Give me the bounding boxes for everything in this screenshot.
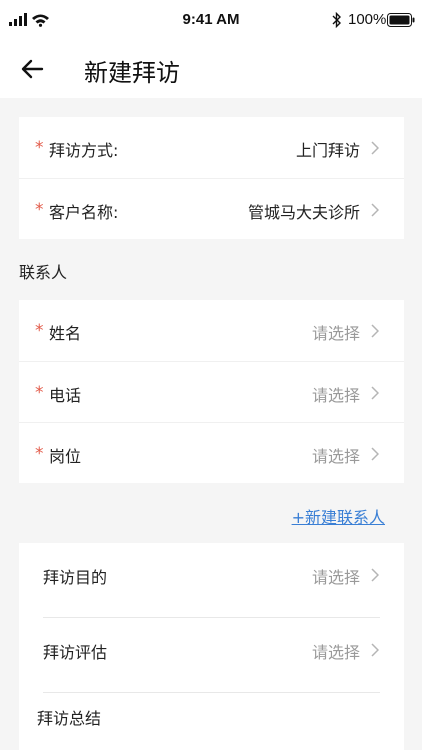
visit-purpose-label: 拜访目的 (43, 568, 108, 587)
required-asterisk: * (35, 200, 44, 220)
visit-method-label: 拜访方式: (49, 141, 119, 160)
battery-percent: 100% (348, 11, 387, 28)
visit-summary-label: 拜访总结 (37, 709, 102, 728)
chevron-right-icon (371, 324, 379, 338)
chevron-right-icon (371, 386, 379, 400)
contacts-card: * 姓名 请选择 * 电话 请选择 * 岗位 请选择 (19, 300, 404, 483)
divider (43, 692, 380, 693)
visit-purpose-row[interactable]: 拜访目的 请选择 (19, 543, 404, 617)
contact-name-label: 姓名 (49, 324, 82, 343)
add-contact-link[interactable]: +新建联系人 (292, 504, 385, 528)
chevron-right-icon (371, 447, 379, 461)
chevron-right-icon (371, 568, 379, 582)
required-asterisk: * (35, 321, 44, 341)
chevron-right-icon (371, 203, 379, 217)
contacts-section-label: 联系人 (19, 263, 68, 282)
contact-phone-row[interactable]: * 电话 请选择 (19, 361, 404, 422)
customer-name-label: 客户名称: (49, 203, 119, 222)
required-asterisk: * (35, 138, 44, 158)
contact-name-row[interactable]: * 姓名 请选择 (19, 300, 404, 361)
nav-bar: 新建拜访 (0, 40, 422, 98)
visit-evaluation-label: 拜访评估 (43, 643, 108, 662)
visit-evaluation-row[interactable]: 拜访评估 请选择 (19, 618, 404, 692)
page-title: 新建拜访 (84, 59, 180, 87)
contact-position-label: 岗位 (49, 447, 82, 466)
contact-name-value: 请选择 (311, 324, 360, 343)
visit-purpose-value: 请选择 (311, 568, 360, 587)
visit-method-value: 上门拜访 (295, 141, 360, 160)
customer-name-row[interactable]: * 客户名称: 管城马大夫诊所 (19, 178, 404, 239)
battery-icon (387, 13, 415, 27)
customer-name-value: 管城马大夫诊所 (247, 203, 360, 222)
contact-phone-value: 请选择 (311, 386, 360, 405)
visit-details-card: 拜访目的 请选择 拜访评估 请选择 拜访总结 (19, 543, 404, 750)
contact-phone-label: 电话 (49, 386, 82, 405)
required-asterisk: * (35, 444, 44, 464)
required-asterisk: * (35, 383, 44, 403)
bluetooth-icon (332, 12, 341, 28)
chevron-right-icon (371, 141, 379, 155)
status-bar: 9:41 AM 100% (0, 0, 422, 40)
contact-position-value: 请选择 (311, 447, 360, 466)
visit-evaluation-value: 请选择 (311, 643, 360, 662)
visit-method-row[interactable]: * 拜访方式: 上门拜访 (19, 117, 404, 178)
contact-position-row[interactable]: * 岗位 请选择 (19, 422, 404, 483)
chevron-right-icon (371, 643, 379, 657)
visit-info-card: * 拜访方式: 上门拜访 * 客户名称: 管城马大夫诊所 (19, 117, 404, 239)
back-arrow-icon[interactable] (20, 56, 46, 82)
